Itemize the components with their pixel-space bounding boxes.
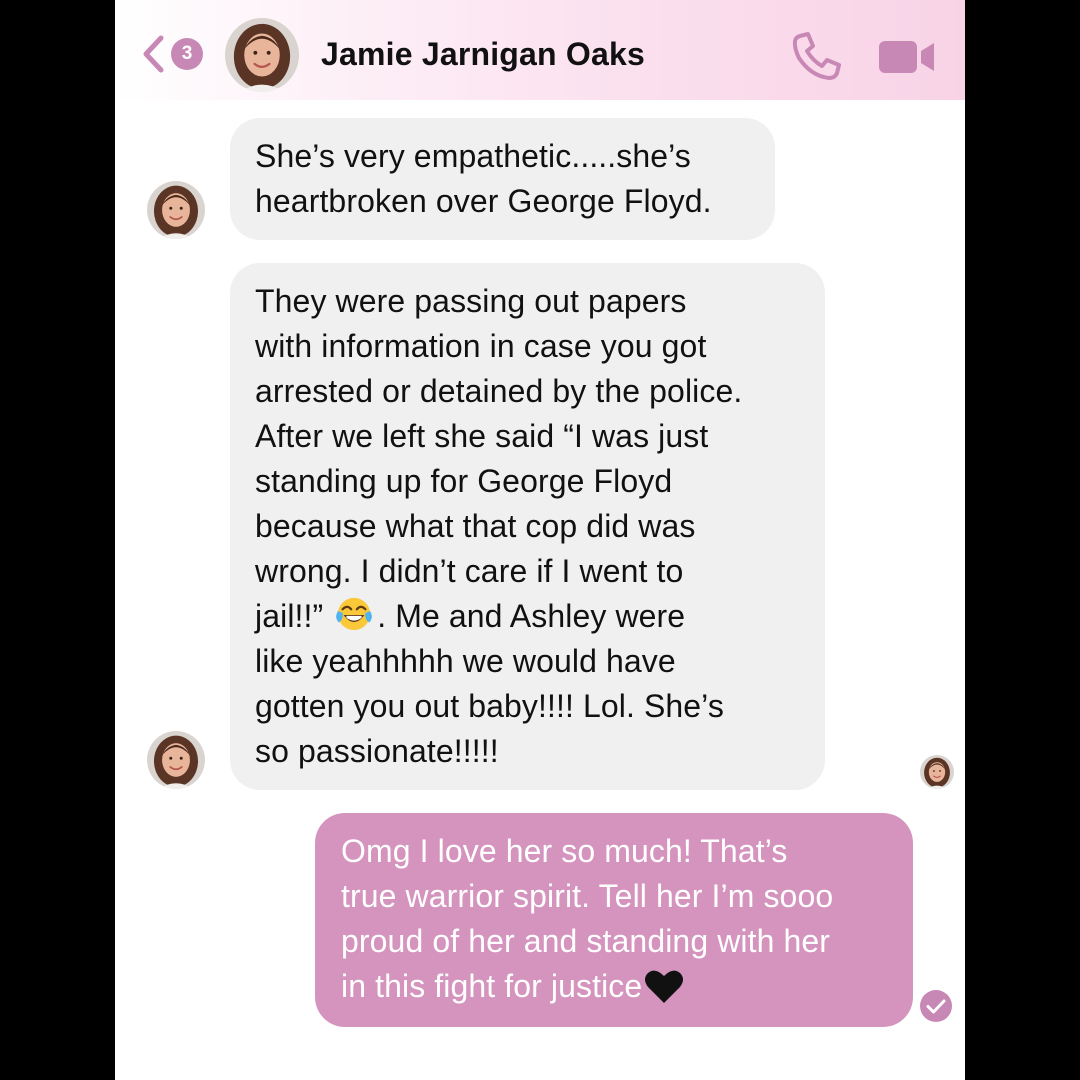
- message-text-line: Omg I love her so much! That’s: [341, 833, 788, 869]
- check-circle-icon: [920, 990, 952, 1022]
- back-button[interactable]: 3: [137, 28, 207, 80]
- message-text-line: arrested or detained by the police.: [255, 373, 743, 409]
- message-text-line: They were passing out papers: [255, 283, 687, 319]
- message-text-line: so passionate!!!!!: [255, 733, 499, 769]
- message-text-line-with-emoji: in this fight for justice: [341, 964, 887, 1009]
- message-text-line: heartbroken over George Floyd.: [255, 183, 712, 219]
- avatar-photo: [225, 18, 299, 92]
- message-text-line: with information in case you got: [255, 328, 707, 364]
- message-text-line: She’s very empathetic.....she’s: [255, 138, 691, 174]
- outgoing-message-bubble[interactable]: Omg I love her so much! That’s true warr…: [315, 813, 913, 1027]
- message-text-line: like yeahhhhh we would have: [255, 643, 676, 679]
- message-text-line: standing up for George Floyd: [255, 463, 673, 499]
- message-text-line: After we left she said “I was just: [255, 418, 709, 454]
- message-text-segment: jail!!”: [255, 598, 324, 634]
- contact-avatar-small[interactable]: [147, 731, 205, 789]
- phone-icon[interactable]: [791, 30, 843, 82]
- message-text-line: wrong. I didn’t care if I went to: [255, 553, 684, 589]
- message-text-line-with-emoji: jail!!” . Me and Ashley were: [255, 594, 801, 639]
- avatar-photo: [147, 731, 205, 789]
- message-text-segment: . Me and Ashley were: [377, 598, 686, 634]
- chat-header: 3 Jamie Jarnigan Oaks: [115, 0, 965, 100]
- face-with-tears-of-joy-icon: [336, 597, 373, 631]
- incoming-message-bubble[interactable]: She’s very empathetic.....she’s heartbro…: [230, 118, 775, 240]
- message-text-line: gotten you out baby!!!! Lol. She’s: [255, 688, 724, 724]
- message-text-line: proud of her and standing with her: [341, 923, 831, 959]
- message-text-line: true warrior spirit. Tell her I’m sooo: [341, 878, 834, 914]
- incoming-message-bubble[interactable]: They were passing out papers with inform…: [230, 263, 825, 790]
- message-text-line: because what that cop did was: [255, 508, 696, 544]
- video-camera-icon[interactable]: [877, 38, 937, 76]
- contact-name[interactable]: Jamie Jarnigan Oaks: [321, 36, 645, 73]
- contact-avatar[interactable]: [225, 18, 299, 92]
- contact-avatar-small[interactable]: [147, 181, 205, 239]
- chevron-left-icon: [143, 35, 164, 73]
- seen-receipt-avatar: [920, 755, 954, 789]
- avatar-photo: [147, 181, 205, 239]
- messenger-screen: 3 Jamie Jarnigan Oaks She’s very empathe…: [115, 0, 965, 1080]
- avatar-photo: [920, 755, 954, 789]
- unread-count-badge: 3: [171, 38, 203, 70]
- black-heart-icon: [645, 970, 684, 1003]
- message-text-segment: in this fight for justice: [341, 968, 643, 1004]
